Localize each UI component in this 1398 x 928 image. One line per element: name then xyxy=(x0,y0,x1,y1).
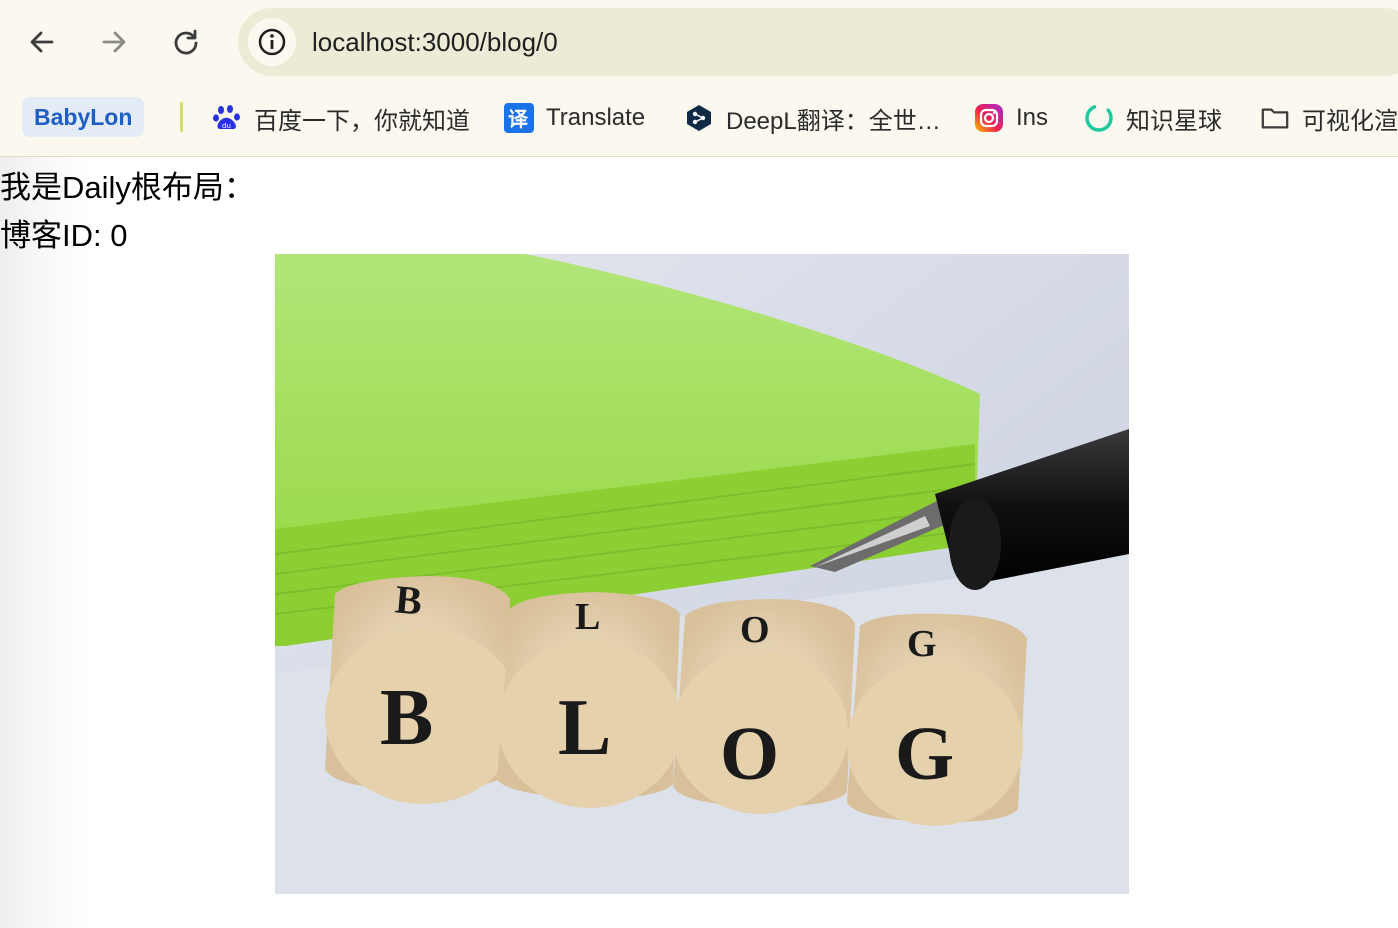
svg-text:L: L xyxy=(575,596,600,638)
url-text[interactable]: localhost:3000/blog/0 xyxy=(312,8,558,76)
svg-text:B: B xyxy=(393,576,424,623)
arrow-left-icon xyxy=(30,31,54,53)
forward-button[interactable] xyxy=(90,18,138,66)
deepl-icon xyxy=(684,103,714,133)
bookmark-zsxq[interactable]: 知识星球 xyxy=(1084,98,1222,138)
reload-icon xyxy=(174,29,198,55)
arrow-right-icon xyxy=(102,31,126,53)
reload-button[interactable] xyxy=(162,18,210,66)
address-bar[interactable]: localhost:3000/blog/0 xyxy=(238,8,1398,76)
bookmark-label: DeepL翻译：全世… xyxy=(726,107,941,135)
svg-text:du: du xyxy=(222,122,231,130)
bookmark-baidu[interactable]: du 百度一下，你就知道 xyxy=(212,98,470,138)
blog-dice-photo: B B L L O O G G xyxy=(275,254,1129,894)
bookmark-label: 知识星球 xyxy=(1126,107,1222,135)
bookmark-ins[interactable]: Ins xyxy=(974,98,1048,138)
bookmark-separator xyxy=(180,102,183,132)
svg-text:译: 译 xyxy=(508,107,529,131)
bookmark-babylon[interactable]: BabyLon xyxy=(22,97,145,137)
dice-g: G G xyxy=(847,613,1027,826)
svg-text:B: B xyxy=(380,674,433,762)
svg-text:L: L xyxy=(558,684,611,772)
svg-text:O: O xyxy=(720,712,779,796)
bookmark-translate[interactable]: 译 Translate xyxy=(504,98,645,138)
bookmark-label: Translate xyxy=(546,104,646,131)
bookmark-deepl[interactable]: DeepL翻译：全世… xyxy=(684,98,941,138)
svg-text:G: G xyxy=(907,623,937,665)
page-content: 我是Daily根布局： 博客ID: 0 B B L L O O G G xyxy=(0,157,1398,928)
back-button[interactable] xyxy=(18,18,66,66)
browser-toolbar: localhost:3000/blog/0 xyxy=(0,0,1398,84)
info-icon xyxy=(258,28,286,56)
site-info-button[interactable] xyxy=(248,18,296,66)
dice-b: B B xyxy=(325,576,521,804)
blog-id-text: 博客ID: 0 xyxy=(0,218,128,253)
bookmark-folder-visualization[interactable]: 可视化渲 xyxy=(1260,98,1398,138)
page-heading: 我是Daily根布局： xyxy=(0,170,255,205)
bookmark-label: 百度一下，你就知道 xyxy=(254,107,470,135)
svg-text:O: O xyxy=(740,609,770,651)
zsxq-ring-icon xyxy=(1084,103,1114,133)
dice-l: L L xyxy=(497,592,682,808)
blog-image: B B L L O O G G xyxy=(275,254,1129,894)
svg-text:G: G xyxy=(895,712,954,796)
instagram-icon xyxy=(974,103,1004,133)
translate-icon: 译 xyxy=(504,103,534,133)
baidu-paw-icon: du xyxy=(212,103,242,133)
dice-o: O O xyxy=(672,599,855,814)
bookmark-label: 可视化渲 xyxy=(1302,107,1398,135)
bookmarks-bar: BabyLon du 百度一下，你就知道 译 Translate DeepL翻译… xyxy=(0,84,1398,157)
folder-icon xyxy=(1260,103,1290,133)
bookmark-label: Ins xyxy=(1016,104,1049,131)
